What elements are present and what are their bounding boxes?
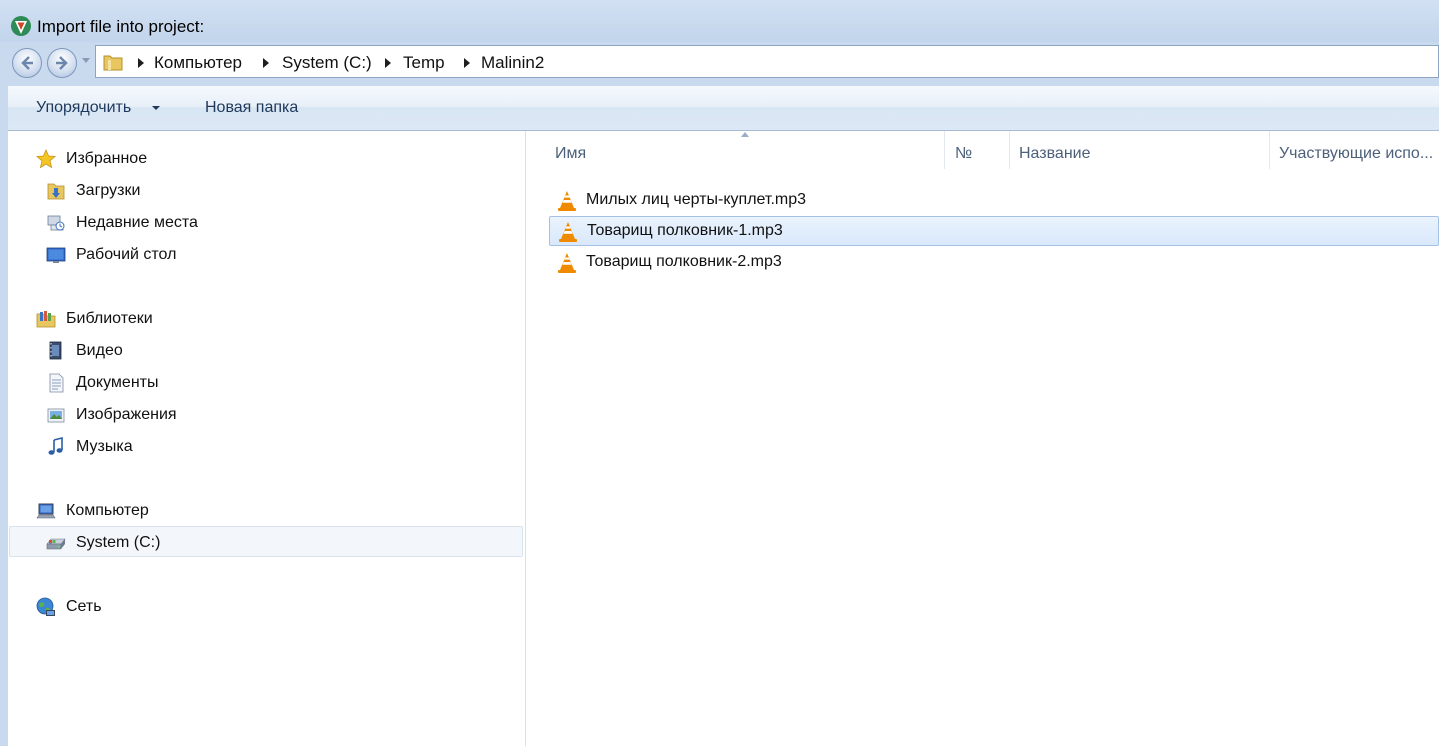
chevron-right-icon[interactable] [263,58,269,68]
file-row[interactable]: Товарищ полковник-2.mp3 [549,248,1439,278]
file-row-selected[interactable]: Товарищ полковник-1.mp3 [549,216,1439,246]
column-header-number[interactable]: № [955,145,972,163]
music-library-icon [48,437,63,455]
organize-button[interactable]: Упорядочить [36,99,131,117]
drive-icon [46,538,66,550]
column-header-title[interactable]: Название [1019,145,1091,163]
forward-arrow-icon [56,56,68,70]
new-folder-button[interactable]: Новая папка [205,99,298,117]
breadcrumb-system-c[interactable]: System (C:) [282,53,372,73]
downloads-folder-icon [47,183,65,200]
file-name: Товарищ полковник-1.mp3 [587,222,783,239]
chevron-right-icon[interactable] [138,58,144,68]
network-icon [36,597,55,616]
command-toolbar: Упорядочить Новая папка [8,86,1439,131]
video-library-icon [49,341,62,360]
vlc-file-icon [558,253,576,273]
file-name: Товарищ полковник-2.mp3 [586,253,782,270]
column-separator[interactable] [1269,131,1270,169]
breadcrumb-computer[interactable]: Компьютер [154,53,242,73]
recent-locations-dropdown-icon[interactable] [82,58,90,63]
vlc-file-icon [558,191,576,211]
libraries-icon [36,311,56,328]
breadcrumb-temp[interactable]: Temp [403,53,445,73]
column-header-contributing-artists[interactable]: Участвующие испо... [1279,145,1433,163]
chevron-right-icon[interactable] [464,58,470,68]
navigation-row: Компьютер System (C:) Temp Malinin2 [0,42,1439,82]
column-separator[interactable] [1009,131,1010,169]
address-bar[interactable]: Компьютер System (C:) Temp Malinin2 [95,45,1439,78]
back-button[interactable] [12,48,42,78]
column-header-name[interactable]: Имя [555,145,586,163]
title-bar: Import file into project: [0,0,1439,42]
documents-library-icon [49,373,64,393]
pictures-library-icon [47,408,65,423]
file-dialog-window: Import file into project: Компьютер Syst… [0,0,1439,746]
back-arrow-icon [21,56,33,70]
breadcrumb-malinin2[interactable]: Malinin2 [481,53,544,73]
star-icon [36,149,56,169]
column-separator[interactable] [944,131,945,169]
computer-icon [36,503,56,519]
recent-places-icon [47,215,65,231]
organize-dropdown-icon[interactable] [152,106,160,110]
file-list-pane[interactable]: Имя № Название Участвующие испо... Милых… [527,131,1439,746]
file-name: Милых лиц черты-куплет.mp3 [586,191,807,208]
vlc-file-icon [559,222,577,242]
window-title: Import file into project: [37,17,205,36]
desktop-icon [46,247,66,263]
folder-icon [103,55,123,71]
file-row[interactable]: Милых лиц черты-куплет.mp3 [549,186,1439,216]
forward-button[interactable] [47,48,77,78]
navigation-pane[interactable]: Избранное Загрузки Недавние места Рабочи… [8,131,526,746]
app-logo-icon [11,16,31,36]
sort-ascending-icon [741,132,749,137]
content-area: Избранное Загрузки Недавние места Рабочи… [8,131,1439,746]
chevron-right-icon[interactable] [385,58,391,68]
